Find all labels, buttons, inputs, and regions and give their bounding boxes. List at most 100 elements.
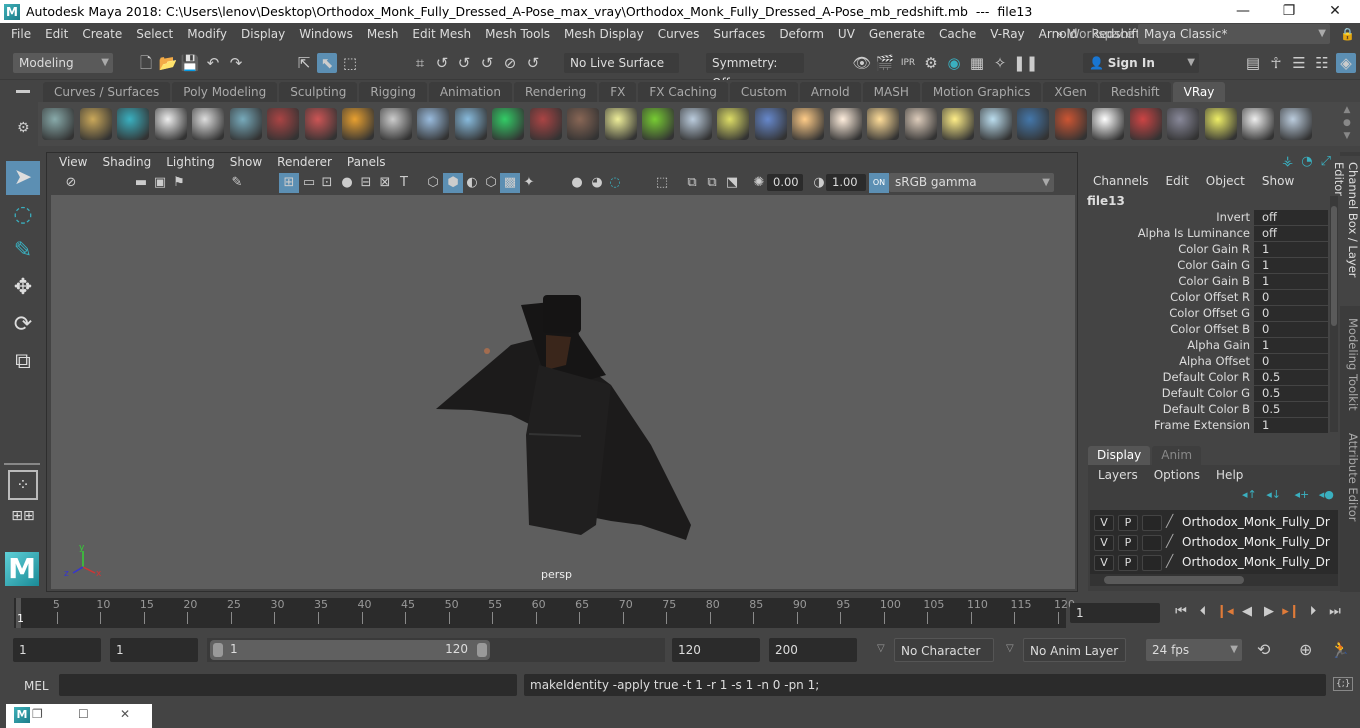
menu-mesh-display[interactable]: Mesh Display [557, 27, 651, 41]
maximize-icon[interactable]: ☐ [78, 707, 89, 721]
playback-toggle[interactable]: P [1118, 535, 1138, 551]
resolution-gate-icon[interactable]: ⊡ [317, 173, 337, 193]
tab-attribute-editor[interactable]: Attribute Editor [1340, 427, 1360, 527]
select-object-icon[interactable]: ⬉ [317, 53, 337, 73]
xray-icon[interactable]: ⧉ [682, 173, 702, 193]
wireframe-icon[interactable]: ⬡ [423, 173, 443, 193]
display-type-toggle[interactable] [1142, 535, 1162, 551]
script-editor-icon[interactable]: {;} [1333, 677, 1354, 691]
tool-settings-icon[interactable]: ☷ [1312, 53, 1332, 73]
sign-in-button[interactable]: 👤 Sign In ▼ [1083, 53, 1199, 73]
new-scene-icon[interactable]: 🗋 [136, 53, 156, 73]
hscrollbar-thumb[interactable] [1104, 576, 1244, 584]
isolate-select-icon[interactable]: ⬚ [652, 173, 672, 193]
shelf-tab-custom[interactable]: Custom [729, 82, 798, 102]
layer-row[interactable]: V P ╱ Orthodox_Monk_Fully_Dres [1094, 534, 1330, 552]
channel-value-field[interactable]: off [1254, 210, 1328, 225]
vray-material-icon[interactable] [229, 108, 262, 140]
channel-row[interactable]: Color Offset B 0 [1082, 322, 1330, 338]
motion-blur-icon[interactable]: ◕ [587, 173, 607, 193]
wireframe-on-shaded-icon[interactable]: ◐ [462, 173, 482, 193]
cloud-icon[interactable] [1242, 108, 1274, 140]
anim-layer-arrow-icon[interactable]: ▽ [1006, 643, 1014, 654]
character-set-arrow-icon[interactable]: ▽ [877, 643, 885, 654]
cone-sphere-icon[interactable] [454, 108, 487, 140]
layer-tab-display[interactable]: Display [1088, 446, 1151, 465]
menu-mesh-tools[interactable]: Mesh Tools [478, 27, 557, 41]
minimized-window[interactable]: M ❐ ☐ ✕ [6, 704, 152, 728]
new-layer-icon[interactable]: ◂+ [1295, 488, 1310, 501]
snap-surface-icon[interactable]: ⊘ [500, 53, 520, 73]
camera-icon[interactable] [267, 108, 299, 140]
render-settings-icon[interactable]: ⚙ [921, 53, 941, 73]
shelf-tab-xgen[interactable]: XGen [1043, 82, 1098, 102]
shelf-menu-icon[interactable] [16, 90, 30, 93]
layer-color-swatch[interactable]: ╱ [1166, 514, 1173, 528]
fire-icon[interactable] [342, 108, 374, 140]
snap-curve-icon[interactable]: ↺ [432, 53, 452, 73]
camera-select-icon[interactable]: ▬ [131, 173, 151, 193]
channel-value-field[interactable]: 1 [1254, 242, 1328, 257]
play-forwards-icon[interactable]: ▶ [1258, 604, 1280, 619]
shelf-tab-fx-caching[interactable]: FX Caching [638, 82, 728, 102]
particles-icon[interactable] [679, 108, 712, 140]
layer-color-swatch[interactable]: ╱ [1166, 554, 1173, 568]
render-setup-icon[interactable]: ▦ [967, 53, 987, 73]
human-ik-icon[interactable]: ☥ [1266, 53, 1286, 73]
menu-deform[interactable]: Deform [772, 27, 831, 41]
animation-preferences-icon[interactable]: 🏃 [1330, 640, 1350, 659]
paint-select-tool-icon[interactable]: ✎ [6, 234, 40, 268]
menu-uv[interactable]: UV [831, 27, 862, 41]
safe-action-icon[interactable]: ⊠ [375, 173, 395, 193]
layer-name[interactable]: Orthodox_Monk_Fully_Dres [1182, 555, 1330, 569]
shelf-settings-gear-icon[interactable]: ⚙ [17, 120, 30, 136]
object-properties-icon[interactable] [117, 108, 149, 140]
shelf-tab-mash[interactable]: MASH [862, 82, 920, 102]
close-button[interactable]: ✕ [1312, 0, 1358, 23]
minimize-button[interactable]: — [1220, 0, 1266, 23]
viewport-menu-view[interactable]: View [59, 155, 87, 169]
step-back-frame-icon[interactable]: ⏴ [1192, 604, 1214, 619]
shelf-tab-vray[interactable]: VRay [1172, 82, 1226, 102]
script-language-toggle[interactable]: MEL [24, 679, 49, 693]
light-cone-icon[interactable] [492, 108, 524, 140]
sun-icon[interactable] [942, 108, 974, 140]
speed-icon[interactable]: ◔ [1301, 154, 1312, 169]
select-tool-icon[interactable]: ➤ [6, 161, 40, 195]
render-current-icon[interactable]: 🎬 [875, 53, 895, 73]
menu-v-ray[interactable]: V-Ray [983, 27, 1031, 41]
channel-value-field[interactable]: 0.5 [1254, 370, 1328, 385]
menu-select[interactable]: Select [129, 27, 180, 41]
channel-value-field[interactable]: 0 [1254, 290, 1328, 305]
scale-tool-icon[interactable]: ⧉ [6, 345, 40, 379]
xray-joints-icon[interactable]: ⧉ [702, 173, 722, 193]
command-input[interactable] [59, 674, 517, 696]
viewport-menu-lighting[interactable]: Lighting [166, 155, 215, 169]
menu-surfaces[interactable]: Surfaces [706, 27, 772, 41]
plane-icon[interactable] [979, 108, 1012, 140]
auto-key-icon[interactable]: ⊕ [1299, 640, 1312, 659]
light-editor-icon[interactable]: ✧ [990, 53, 1010, 73]
menu-display[interactable]: Display [234, 27, 292, 41]
shelf-tab-arnold[interactable]: Arnold [799, 82, 861, 102]
attribute-editor-icon[interactable]: ☰ [1289, 53, 1309, 73]
settings-panel-icon[interactable] [1167, 108, 1199, 140]
snap-view-icon[interactable]: ↺ [477, 53, 497, 73]
anim-layer-dropdown[interactable]: No Anim Layer [1023, 638, 1126, 662]
tab-channel-box[interactable]: Channel Box / Layer Editor [1332, 156, 1360, 306]
live-surface-field[interactable]: No Live Surface [564, 53, 679, 73]
menu-windows[interactable]: Windows [292, 27, 360, 41]
playback-end-field[interactable]: 120 [672, 638, 760, 662]
ambient-occlusion-icon[interactable]: ● [567, 173, 587, 193]
snap-point-icon[interactable]: ↺ [454, 53, 474, 73]
play-backwards-icon[interactable]: ◀ [1236, 604, 1258, 619]
camera-attributes-icon[interactable]: ▣ [150, 173, 170, 193]
textured-icon[interactable]: ⬡ [481, 173, 501, 193]
symmetry-dropdown[interactable]: Symmetry: Off [706, 53, 804, 90]
channel-value-field[interactable]: 0 [1254, 322, 1328, 337]
shelf-scroll[interactable]: ▲ ● ▼ [1343, 104, 1351, 143]
move-tool-icon[interactable]: ✥ [6, 271, 40, 305]
material-spheres-icon[interactable] [304, 108, 337, 140]
undo-icon[interactable]: ↶ [203, 53, 223, 73]
import-folder-icon[interactable] [79, 108, 112, 140]
